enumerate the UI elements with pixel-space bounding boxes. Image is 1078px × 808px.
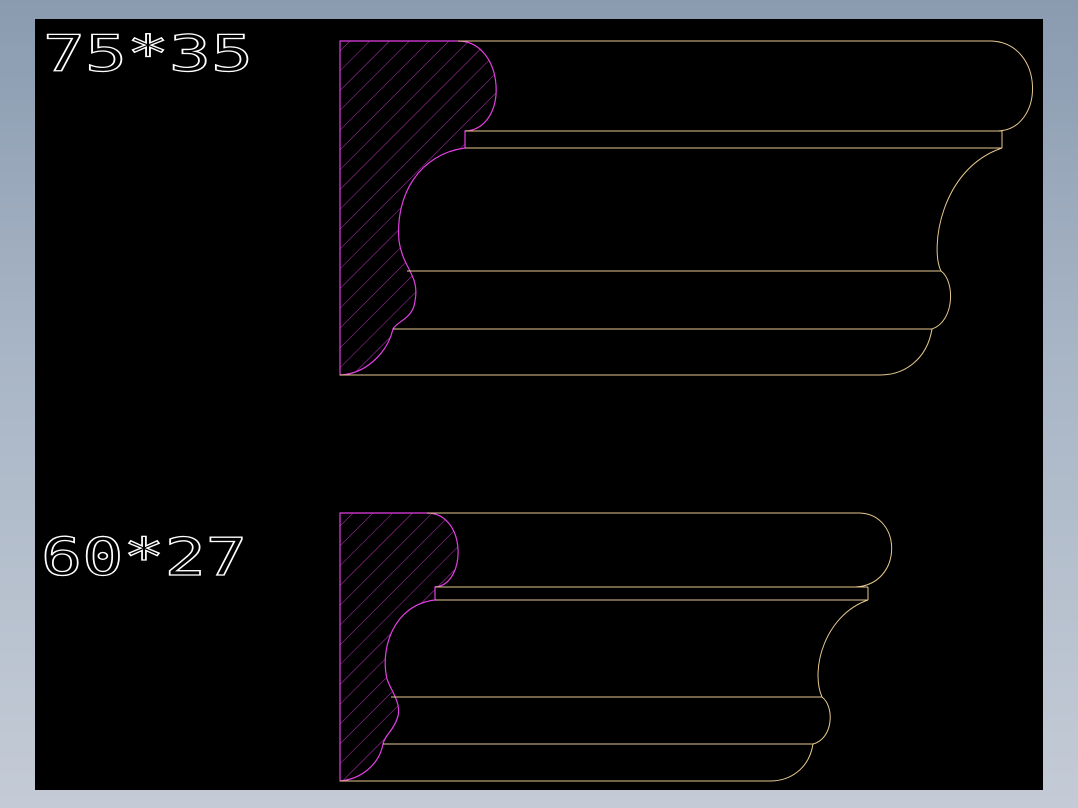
profile-label-75x35: 75*35 xyxy=(43,25,253,83)
profile-75x35[interactable]: 75*35 xyxy=(42,24,1033,376)
molding-profiles-drawing: 75*35 60*27 xyxy=(40,24,1033,782)
section-hatch-75x35 xyxy=(340,41,497,375)
profile-60x27[interactable]: 60*27 xyxy=(40,512,893,782)
profile-label-60x27: 60*27 xyxy=(41,528,247,588)
section-hatch-60x27 xyxy=(340,513,459,781)
cad-model-space[interactable]: 75*35 60*27 xyxy=(35,19,1043,790)
